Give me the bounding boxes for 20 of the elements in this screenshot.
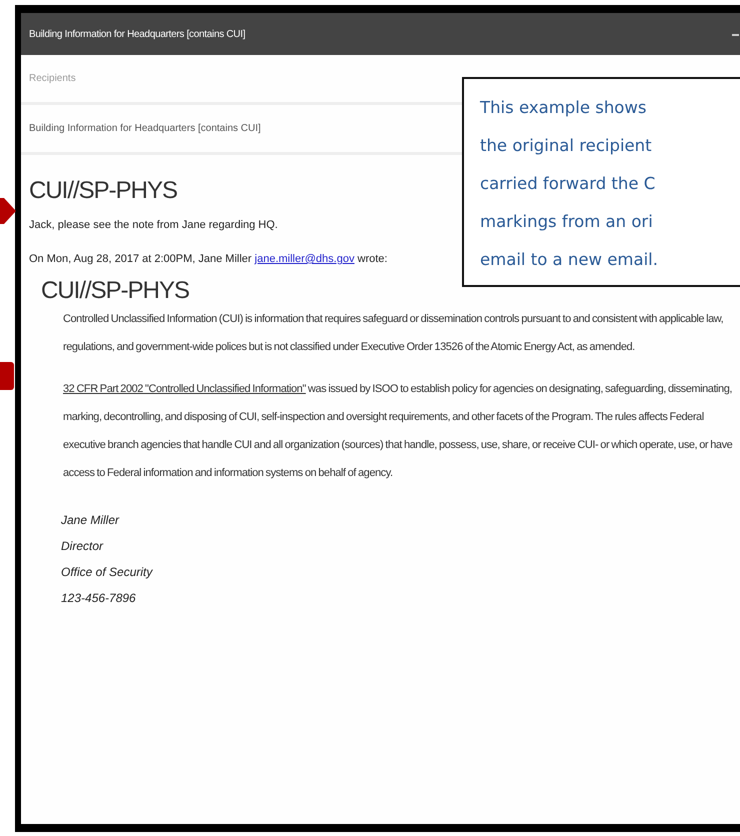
signature-line: Director [61,538,104,555]
message-text: Jack, please see the note from Jane regarding HQ. [29,219,278,231]
arrow-icon [0,198,16,224]
regulation-link[interactable]: 32 CFR Part 2002 "Controlled Unclassified Information" [63,383,306,395]
quote-header: On Mon, Aug 28, 2017 at 2:00PM, Jane Miller jane.miller@dhs.gov wrote: [29,253,388,265]
minimize-icon[interactable] [732,32,739,36]
paragraph: Controlled Unclassified Information (CUI) is information that requires safeguard or dissemination controls pursuant to and consistent with applicable law, regulations, and government-wide polices but is not classified under Executive Order 13526 of the Atomic Energy Act, as amended. [63,312,724,355]
signature-line: Jane Miller [61,512,120,529]
signature-line: Office of Security [61,564,152,581]
callout-text: markings from an ori [480,211,654,233]
window-title: Building Information for Headquarters [contains CUI] [29,28,246,40]
callout-text: This example shows [480,97,648,119]
cui-marking: CUI//SP-PHYS [41,277,190,305]
signature-line: 123-456-7896 [61,590,136,607]
paragraph: 32 CFR Part 2002 "Controlled Unclassified Information" was issued by ISOO to establish policy for agencies on designating, safeguarding, disseminating, marking, decontrolling, and disposing of CUI, self-inspection and oversight requirements, and other facets of the Program. The rules affects Federal executive branch agencies that handle CUI and all organization (sources) that handle, possess, use, share, or receive CUI- or which operate, use, or have access to Federal information and information systems on behalf of agency. [63,382,734,481]
callout-text: email to a new email. [480,249,660,271]
callout-text: carried forward the C [480,173,656,195]
cui-marking: CUI//SP-PHYS [29,177,178,205]
email-link[interactable]: jane.miller@dhs.gov [254,253,354,265]
callout-text: the original recipient [480,135,653,157]
